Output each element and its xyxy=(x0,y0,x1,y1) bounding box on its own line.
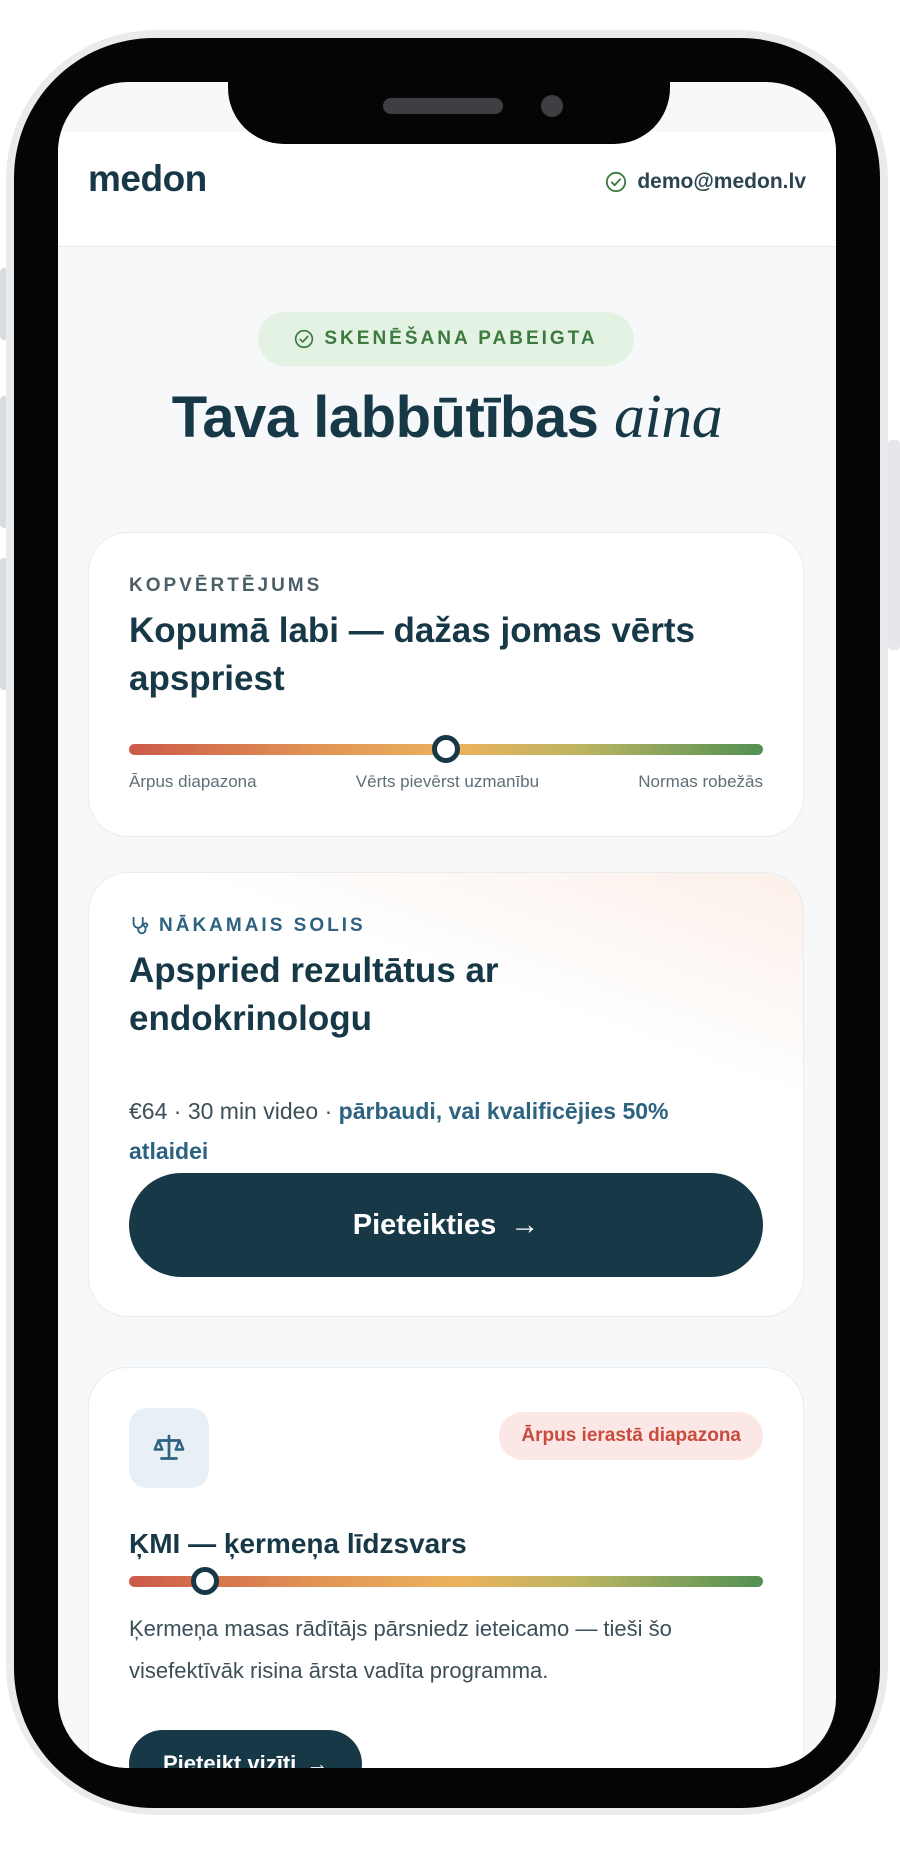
overall-scale-marker xyxy=(432,735,460,763)
bmi-card: Ārpus ierastā diapazona ĶMI — ķermeņa lī… xyxy=(88,1367,804,1768)
cta-label: Pieteikties xyxy=(352,1208,497,1241)
range-label-out: Ārpus diapazona xyxy=(129,772,257,791)
bmi-scale-bar xyxy=(129,1567,763,1595)
overall-range-labels: Ārpus diapazona Vērts pievērst uzmanību … xyxy=(129,772,763,792)
medon-logo[interactable]: medon xyxy=(88,158,207,200)
next-step-eyebrow-label: NĀKAMAIS SOLIS xyxy=(159,915,366,936)
range-label-normal: Normas robežās xyxy=(638,772,763,791)
arrow-right-icon: → xyxy=(306,1751,329,1768)
next-step-headline: Apspried rezultātus ar endokrinologu xyxy=(129,951,499,1038)
phone-power-button xyxy=(888,440,900,650)
status-badge-label: SKENĒŠANA PABEIGTA xyxy=(324,328,598,349)
book-appointment-button[interactable]: Pieteikties → xyxy=(129,1173,763,1277)
page-title-main: Tava labbūtības xyxy=(171,385,599,450)
next-step-price: €64 · 30 min video · pārbaudi, vai kvali… xyxy=(129,1091,749,1171)
phone-notch xyxy=(228,82,670,144)
out-of-range-badge: Ārpus ierastā diapazona xyxy=(499,1412,763,1460)
speaker-grille xyxy=(383,98,503,114)
overall-headline: Kopumā labi — dažas jomas vērts apspries… xyxy=(129,611,696,698)
next-step-card: NĀKAMAIS SOLIS Apspried rezultātus ar en… xyxy=(88,872,804,1317)
bmi-icon-tile xyxy=(129,1408,209,1488)
user-email: demo@medon.lv xyxy=(637,170,806,193)
overall-scale-bar xyxy=(129,735,763,763)
overall-eyebrow: KOPVĒRTĒJUMS xyxy=(129,575,323,596)
book-visit-button[interactable]: Pieteikt vizīti → xyxy=(129,1730,363,1768)
overall-card: KOPVĒRTĒJUMS Kopumā labi — dažas jomas v… xyxy=(88,532,804,837)
bmi-title: ĶMI — ķermeņa līdzsvars xyxy=(129,1528,467,1559)
phone-screen: medon demo@medon.lv SKENĒŠANA PABEIGTA T… xyxy=(58,82,836,1768)
status-badge: SKENĒŠANA PABEIGTA xyxy=(258,312,634,366)
app-header: medon demo@medon.lv xyxy=(58,132,836,247)
next-step-eyebrow: NĀKAMAIS SOLIS xyxy=(129,915,366,937)
book-visit-label: Pieteikt vizīti xyxy=(163,1751,297,1768)
stethoscope-icon xyxy=(132,916,149,935)
arrow-right-icon: → xyxy=(510,1208,540,1241)
page-title: Tava labbūtības aina xyxy=(58,382,836,453)
scale-icon xyxy=(153,1434,185,1460)
price-text: €64 · 30 min video · xyxy=(129,1098,339,1124)
range-label-attention: Vērts pievērst uzmanību xyxy=(355,772,540,791)
page-title-accent: aina xyxy=(613,383,723,451)
bmi-description: Ķermeņa masas rādītājs pārsniedz ieteica… xyxy=(129,1616,672,1683)
user-account[interactable]: demo@medon.lv xyxy=(605,170,806,194)
check-circle-icon xyxy=(295,329,314,349)
check-circle-icon xyxy=(606,171,627,193)
front-camera xyxy=(541,95,563,117)
bmi-scale-marker xyxy=(191,1567,220,1595)
